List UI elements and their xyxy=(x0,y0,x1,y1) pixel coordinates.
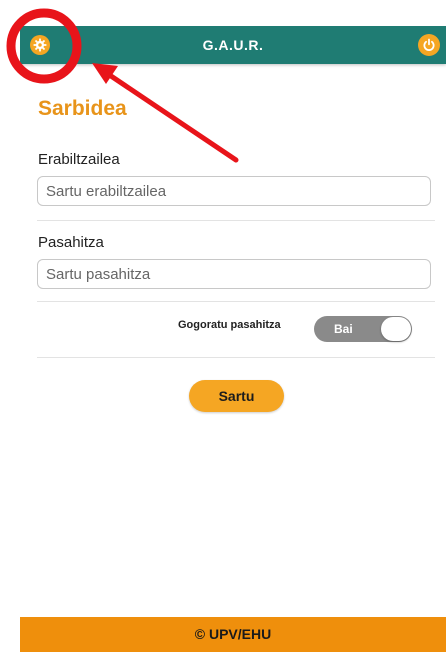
password-input[interactable] xyxy=(37,259,431,289)
divider xyxy=(37,220,435,221)
username-input[interactable] xyxy=(37,176,431,206)
footer-copyright: © UPV/EHU xyxy=(20,617,446,652)
power-icon xyxy=(423,38,435,51)
login-button[interactable]: Sartu xyxy=(189,380,284,412)
password-label: Pasahitza xyxy=(38,234,104,251)
toggle-knob xyxy=(381,317,411,341)
app-screen: G.A.U.R. Sarbidea Erabiltzailea Pasahitz… xyxy=(20,26,446,652)
remember-password-label: Gogoratu pasahitza xyxy=(178,319,281,331)
username-label: Erabiltzailea xyxy=(38,151,120,168)
toggle-state-text: Bai xyxy=(334,322,353,336)
remember-password-toggle[interactable]: Bai xyxy=(314,316,412,342)
app-title: G.A.U.R. xyxy=(202,37,264,53)
divider xyxy=(37,301,435,302)
divider xyxy=(37,357,435,358)
power-button[interactable] xyxy=(418,34,440,56)
app-header: G.A.U.R. xyxy=(20,26,446,64)
page-title: Sarbidea xyxy=(38,97,127,120)
